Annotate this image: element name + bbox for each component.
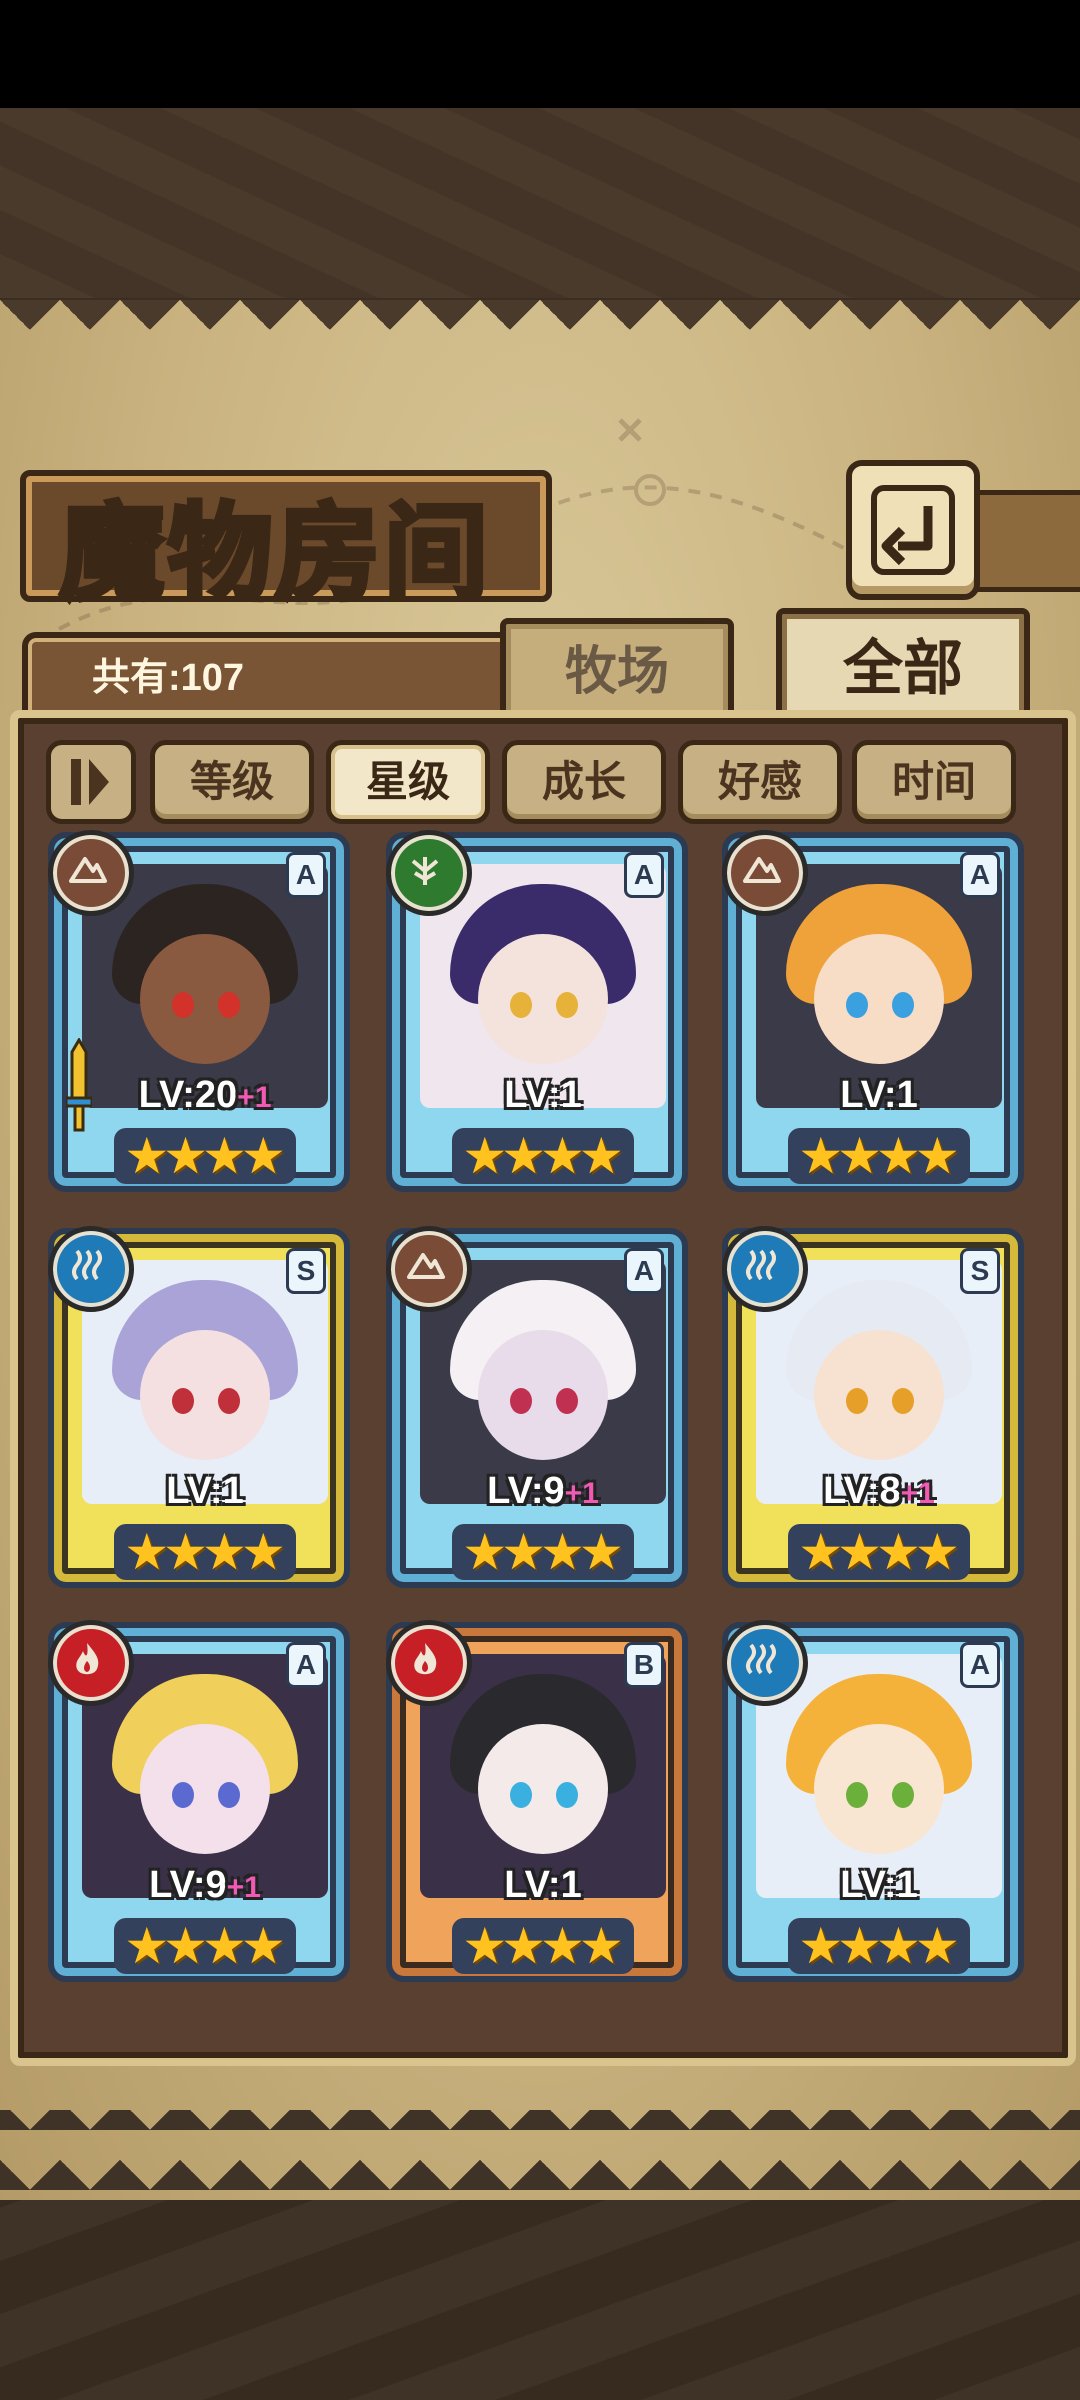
star-rating: ★★★★ bbox=[788, 1128, 970, 1184]
star-rating: ★★★★ bbox=[788, 1918, 970, 1974]
star-icon: ★ bbox=[240, 1128, 286, 1184]
level-text: LV:1 bbox=[504, 1864, 582, 1906]
star-rating: ★★★★ bbox=[452, 1128, 634, 1184]
star-icon: ★ bbox=[578, 1918, 624, 1974]
water-element-icon bbox=[722, 1620, 808, 1706]
level-text: LV:1 bbox=[504, 1074, 582, 1116]
monster-level: LV:1 bbox=[728, 1074, 1030, 1117]
return-arrow-icon bbox=[871, 485, 955, 575]
sort-level-button[interactable]: 等级 bbox=[150, 740, 314, 824]
background-top bbox=[0, 108, 1080, 298]
monster-card[interactable]: B LV:1 ★★★★ bbox=[386, 1620, 688, 1982]
sort-order-toggle[interactable] bbox=[46, 740, 136, 824]
level-text: LV:8 bbox=[823, 1470, 901, 1512]
water-element-icon bbox=[722, 1226, 808, 1312]
star-icon: ★ bbox=[578, 1128, 624, 1184]
rank-badge: A bbox=[960, 852, 1000, 898]
rank-badge: S bbox=[286, 1248, 326, 1294]
rank-badge: B bbox=[624, 1642, 664, 1688]
level-text: LV:1 bbox=[840, 1864, 918, 1906]
star-icon: ★ bbox=[914, 1524, 960, 1580]
star-rating: ★★★★ bbox=[788, 1524, 970, 1580]
wood-element-icon bbox=[386, 830, 472, 916]
star-icon: ★ bbox=[578, 1524, 624, 1580]
level-text: LV:20 bbox=[138, 1074, 238, 1116]
earth-element-icon bbox=[48, 830, 134, 916]
rank-badge: A bbox=[286, 1642, 326, 1688]
tab-all[interactable]: 全部 bbox=[776, 608, 1030, 724]
back-button[interactable] bbox=[846, 460, 980, 600]
level-bonus: +1 bbox=[900, 1477, 935, 1510]
monster-count: 共有:107 bbox=[92, 657, 245, 699]
level-bonus: +1 bbox=[226, 1871, 261, 1904]
star-rating: ★★★★ bbox=[114, 1128, 296, 1184]
sort-star-button[interactable]: 星级 bbox=[326, 740, 490, 824]
monster-level: LV:20+1 bbox=[54, 1074, 356, 1117]
monster-level: LV:9+1 bbox=[54, 1864, 356, 1907]
fire-element-icon bbox=[48, 1620, 134, 1706]
star-rating: ★★★★ bbox=[452, 1918, 634, 1974]
monster-level: LV:1 bbox=[54, 1470, 356, 1513]
level-text: LV:1 bbox=[840, 1074, 918, 1116]
level-bonus: +1 bbox=[237, 1081, 272, 1114]
monster-level: LV:9+1 bbox=[392, 1470, 694, 1513]
back-button-tail bbox=[970, 490, 1080, 592]
torn-edge-bottom bbox=[0, 2110, 1080, 2190]
rank-badge: S bbox=[960, 1248, 1000, 1294]
pause-bar-icon bbox=[71, 759, 81, 805]
monster-level: LV:1 bbox=[392, 1074, 694, 1117]
sort-growth-button[interactable]: 成长 bbox=[502, 740, 666, 824]
rank-badge: A bbox=[960, 1642, 1000, 1688]
monster-card[interactable]: S LV:8+1 ★★★★ bbox=[722, 1226, 1024, 1588]
monster-card[interactable]: A LV:9+1 ★★★★ bbox=[386, 1226, 688, 1588]
level-bonus: +1 bbox=[564, 1477, 599, 1510]
monster-card[interactable]: S LV:1 ★★★★ bbox=[48, 1226, 350, 1588]
sort-time-button[interactable]: 时间 bbox=[852, 740, 1016, 824]
sort-affection-button[interactable]: 好感 bbox=[678, 740, 842, 824]
star-icon: ★ bbox=[914, 1128, 960, 1184]
monster-card[interactable]: A LV:1 ★★★★ bbox=[722, 830, 1024, 1192]
star-icon: ★ bbox=[240, 1524, 286, 1580]
monster-card[interactable]: A LV:9+1 ★★★★ bbox=[48, 1620, 350, 1982]
status-bar bbox=[0, 0, 1080, 108]
tab-farm[interactable]: 牧场 bbox=[500, 618, 734, 720]
star-rating: ★★★★ bbox=[452, 1524, 634, 1580]
monster-card[interactable]: A LV:1 ★★★★ bbox=[722, 1620, 1024, 1982]
rank-badge: A bbox=[624, 852, 664, 898]
earth-element-icon bbox=[386, 1226, 472, 1312]
rank-badge: A bbox=[624, 1248, 664, 1294]
star-rating: ★★★★ bbox=[114, 1524, 296, 1580]
monster-card[interactable]: A LV:20+1 ★★★★ bbox=[48, 830, 350, 1192]
monster-card[interactable]: A LV:1 ★★★★ bbox=[386, 830, 688, 1192]
star-icon: ★ bbox=[914, 1918, 960, 1974]
fire-element-icon bbox=[386, 1620, 472, 1706]
monster-level: LV:1 bbox=[728, 1864, 1030, 1907]
level-text: LV:9 bbox=[149, 1864, 227, 1906]
monster-level: LV:8+1 bbox=[728, 1470, 1030, 1513]
rank-badge: A bbox=[286, 852, 326, 898]
page-title: 魔物房间 bbox=[57, 489, 493, 617]
play-arrow-icon bbox=[89, 759, 109, 805]
star-icon: ★ bbox=[240, 1918, 286, 1974]
star-rating: ★★★★ bbox=[114, 1918, 296, 1974]
earth-element-icon bbox=[722, 830, 808, 916]
monster-level: LV:1 bbox=[392, 1864, 694, 1907]
level-text: LV:1 bbox=[166, 1470, 244, 1512]
background-bottom bbox=[0, 2200, 1080, 2400]
level-text: LV:9 bbox=[487, 1470, 565, 1512]
water-element-icon bbox=[48, 1226, 134, 1312]
